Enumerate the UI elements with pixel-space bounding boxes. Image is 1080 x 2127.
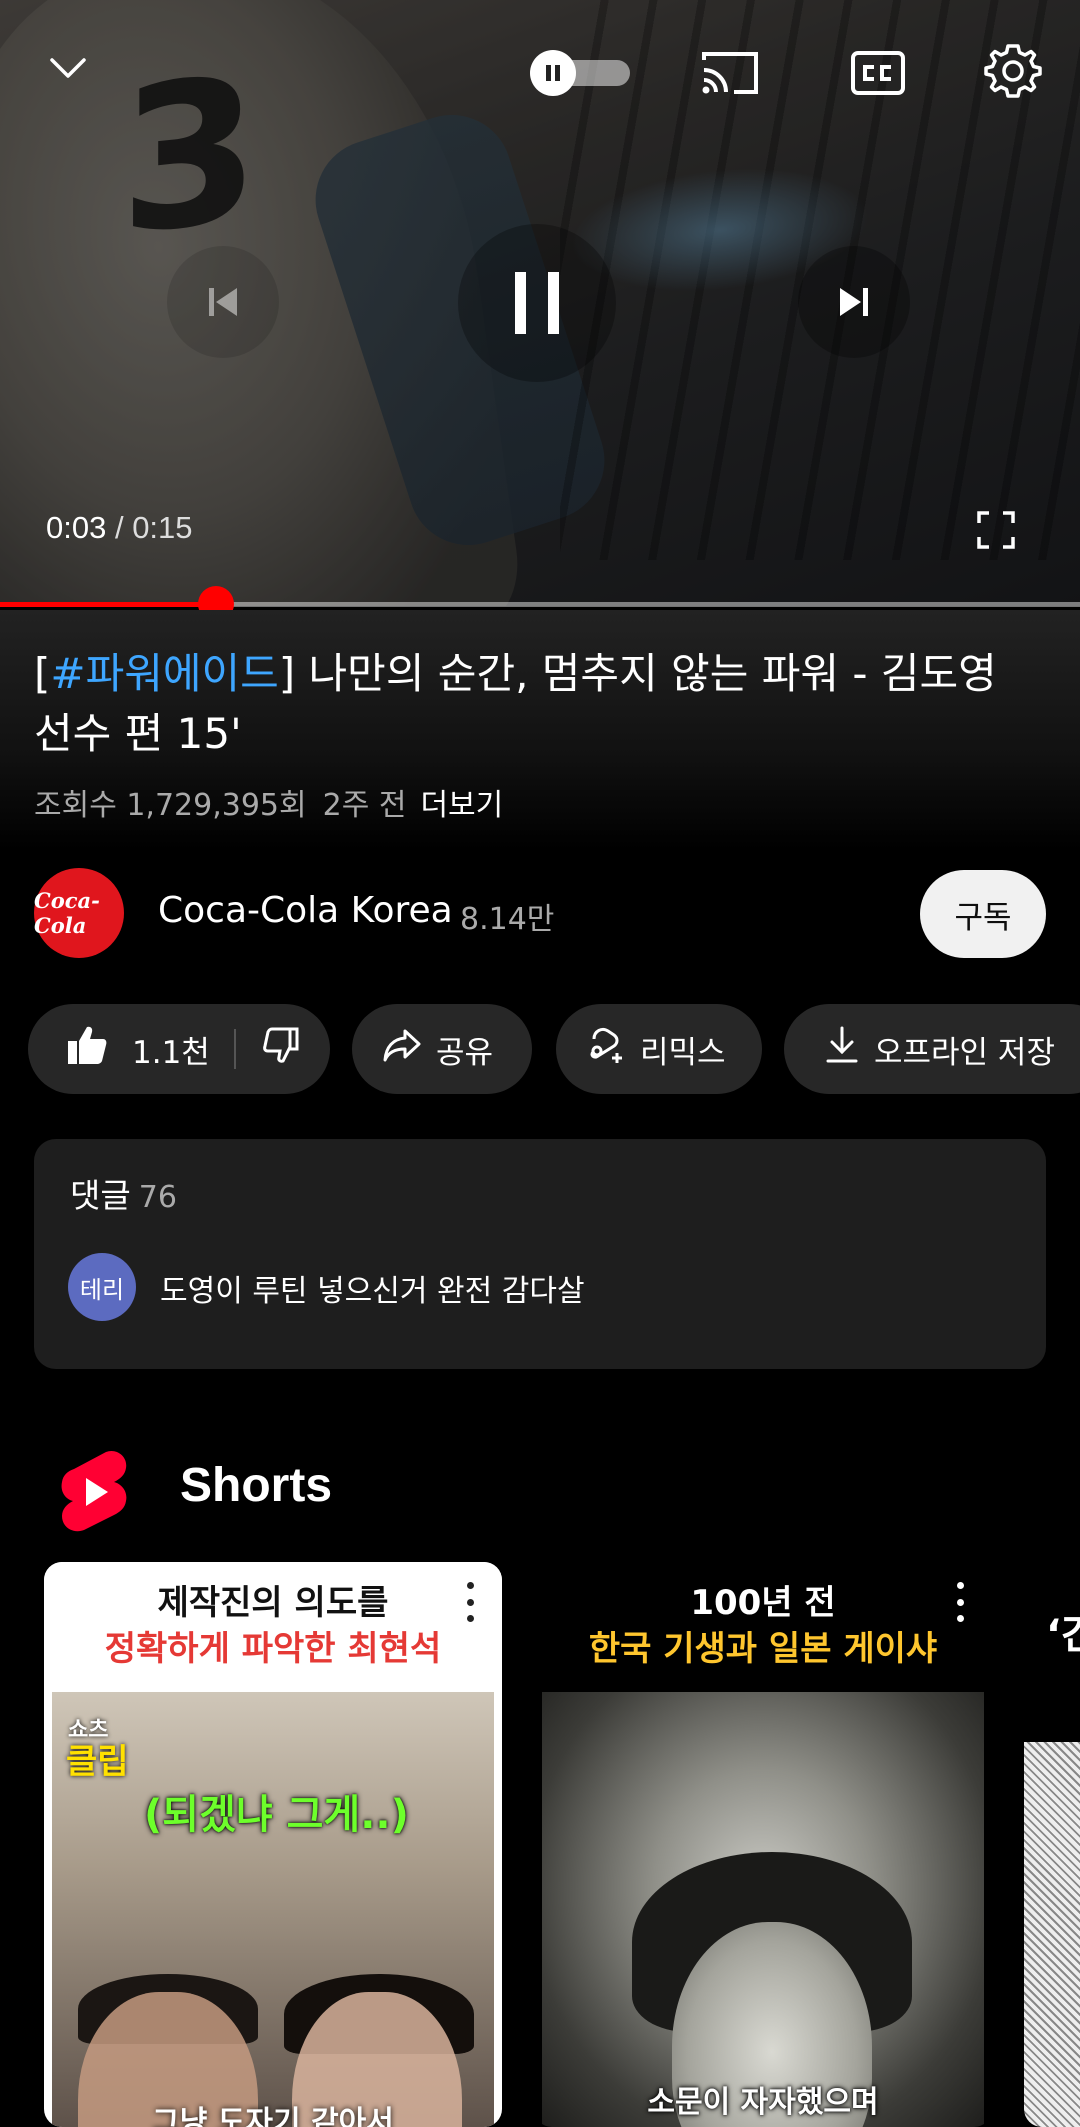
like-dislike-pill: 1.1천 [28,1004,330,1094]
comments-title: 댓글 [70,1176,131,1215]
duration: 0:15 [132,510,193,545]
commenter-avatar: 테리 [68,1253,136,1321]
share-label: 공유 [436,1034,494,1071]
short-thumbnail [1024,1742,1080,2127]
more-link[interactable]: 더보기 [420,788,503,823]
comments-card[interactable]: 댓글 76 테리 도영이 루틴 넣으신거 완전 감다살 [34,1139,1046,1369]
shorts-title: Shorts [180,1459,333,1512]
collapse-chevron-icon[interactable] [40,40,96,96]
remix-icon [586,1025,626,1073]
hashtag-link[interactable]: #파워에이드 [50,649,278,698]
like-icon[interactable] [66,1024,108,1074]
current-time: 0:03 [46,510,107,545]
share-button[interactable]: 공유 [352,1004,532,1094]
autoplay-toggle[interactable] [530,50,630,96]
short-thumbnail: 소문이 자자했으며 [542,1692,984,2127]
comments-header: 댓글 76 [70,1169,177,1217]
short-card[interactable]: ‘간 [1024,1562,1080,2127]
previous-button[interactable] [167,246,279,358]
short-card[interactable]: 100년 전 한국 기생과 일본 게이샤 소문이 자자했으며 [534,1562,992,2127]
title-bracket-open: [ [34,649,51,698]
settings-gear-icon[interactable] [982,40,1044,102]
view-count: 조회수 1,729,395회 [34,788,307,823]
download-button[interactable]: 오프라인 저장 [784,1004,1080,1094]
subscriber-count: 8.14만 [460,902,555,937]
channel-row[interactable]: Coca-Cola Coca-Cola Korea 8.14만 구독 [0,866,1080,962]
short-caption-line1: ‘간 [1046,1612,1080,1658]
short-caption-line2: 한국 기생과 일본 게이샤 [588,1629,938,1669]
captions-icon[interactable] [848,45,908,101]
short-subtitle: 그냥 도자기 같아서 [152,2105,394,2127]
next-button[interactable] [798,246,910,358]
fullscreen-icon[interactable] [976,510,1016,550]
short-subtitle: 소문이 자자했으며 [647,2085,879,2120]
time-separator: / [106,510,133,545]
autoplay-pause-icon [530,50,576,96]
progress-bar[interactable] [0,586,1080,622]
cast-icon[interactable] [700,45,760,101]
short-badge-clip: 클립 [66,1742,129,1782]
short-caption-line1: 제작진의 의도를 [157,1583,389,1623]
time-display: 0:03 / 0:15 [46,510,193,546]
download-icon [824,1025,860,1073]
comments-count: 76 [138,1180,177,1215]
action-bar: 1.1천 공유 리믹스 오프라인 저장 [0,1004,1080,1094]
short-more-menu-icon[interactable] [460,1582,480,1622]
short-caption: 100년 전 한국 기생과 일본 게이샤 [534,1562,992,1692]
download-label: 오프라인 저장 [874,1034,1055,1071]
title-bracket-close: ] [278,649,296,698]
channel-name[interactable]: Coca-Cola Korea [158,890,453,931]
remix-label: 리믹스 [640,1034,726,1071]
short-caption-line2: 정확하게 파악한 최현석 [104,1629,442,1669]
like-divider [233,1029,236,1069]
progress-fill [0,602,216,607]
dislike-icon[interactable] [262,1026,300,1072]
video-info[interactable]: [#파워에이드] 나만의 순간, 멈추지 않는 파워 - 김도영 선수 편 15… [0,610,1080,850]
shorts-logo-icon [58,1448,130,1536]
short-card[interactable]: 제작진의 의도를 정확하게 파악한 최현석 그냥 도자기 같아서 쇼츠 클립 (… [44,1562,502,2127]
top-comment-text: 도영이 루틴 넣으신거 완전 감다살 [160,1274,585,1309]
shorts-header: Shorts [0,1440,1080,1540]
like-count[interactable]: 1.1천 [132,1027,210,1072]
remix-button[interactable]: 리믹스 [556,1004,762,1094]
upload-age: 2주 전 [322,788,407,823]
subscribe-button[interactable]: 구독 [920,870,1046,958]
short-more-menu-icon[interactable] [950,1582,970,1622]
short-speech-bubble: (되겠냐 그게..) [144,1792,409,1838]
channel-avatar[interactable]: Coca-Cola [34,868,124,958]
video-player[interactable]: 3 0:03 / 0:15 [0,0,1080,606]
video-title[interactable]: [#파워에이드] 나만의 순간, 멈추지 않는 파워 - 김도영 선수 편 15… [34,644,1044,764]
short-caption: 제작진의 의도를 정확하게 파악한 최현석 [44,1562,502,1692]
pause-button[interactable] [458,224,616,382]
short-caption-line1: 100년 전 [690,1583,836,1623]
video-meta[interactable]: 조회수 1,729,395회 2주 전 더보기 [34,780,503,824]
share-icon [382,1027,422,1071]
